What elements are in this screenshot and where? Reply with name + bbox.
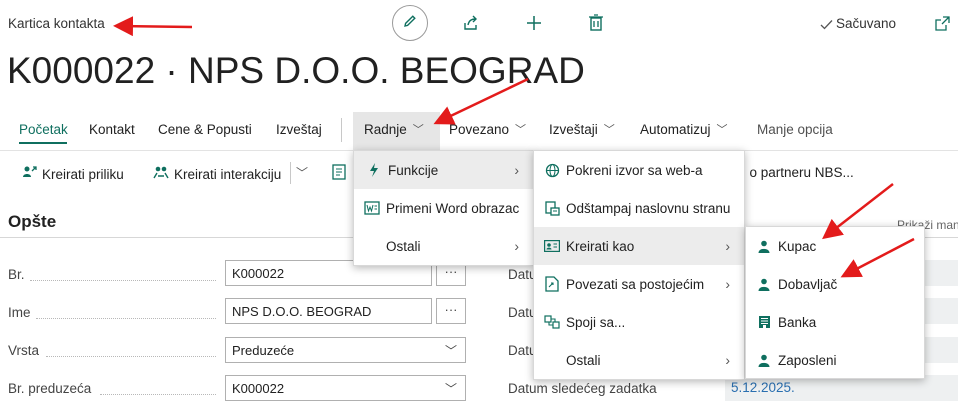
arrow-kupac: [822, 183, 894, 240]
annotation-arrows: [113, 16, 915, 278]
arrow-dobavljac: [840, 237, 915, 278]
arrow-breadcrumb: [113, 16, 193, 37]
arrow-radnje: [433, 77, 529, 125]
